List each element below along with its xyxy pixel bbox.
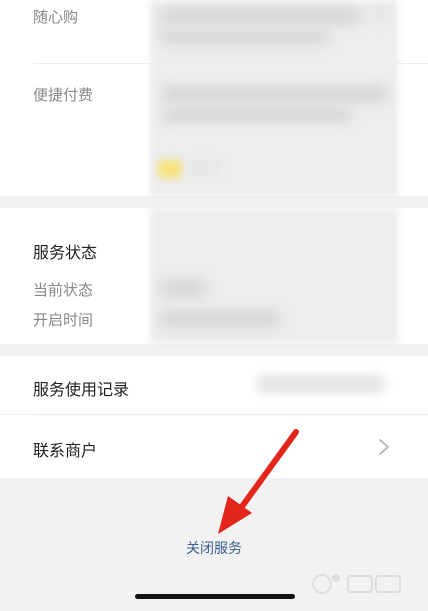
home-indicator xyxy=(135,594,295,599)
baidu-jingyan-watermark xyxy=(312,574,401,594)
red-arrow-annotation xyxy=(218,429,299,534)
